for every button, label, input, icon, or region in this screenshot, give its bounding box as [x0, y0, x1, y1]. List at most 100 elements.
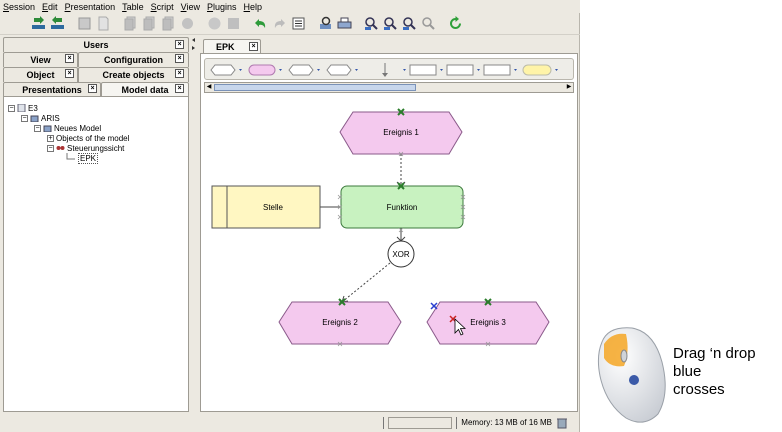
pages-button-3[interactable]: [160, 15, 177, 32]
tab-users[interactable]: Users ×: [3, 37, 189, 52]
tab-epk[interactable]: EPK ×: [203, 39, 261, 53]
node-funktion[interactable]: Funktion: [340, 185, 464, 229]
tab-configuration[interactable]: Configuration ×: [78, 52, 189, 67]
splitter-arrows-icon: [192, 38, 195, 50]
zoom-out-icon: [384, 17, 397, 30]
undo-button[interactable]: [252, 15, 269, 32]
list-button[interactable]: [290, 15, 307, 32]
tab-label: Create objects: [102, 70, 165, 80]
pages-button-1[interactable]: [122, 15, 139, 32]
horizontal-scrollbar[interactable]: ◀ ▶: [204, 82, 574, 93]
tree-node-aris[interactable]: − ARIS: [21, 113, 60, 123]
panel-splitter[interactable]: [190, 37, 198, 412]
grid-button[interactable]: [225, 15, 242, 32]
palette-rect-yellow[interactable]: [514, 64, 558, 76]
new-document-button[interactable]: [95, 15, 112, 32]
mouse-illustration-icon: [597, 327, 666, 423]
tree-node-e3[interactable]: − E3: [8, 103, 38, 113]
pages-icon: [162, 16, 174, 31]
tab-object[interactable]: Object ×: [3, 67, 78, 82]
close-icon[interactable]: ×: [175, 84, 184, 93]
diagram-editor: ◀ ▶ Ereignis 1 Stelle Funktion XOR Ereig…: [200, 53, 578, 412]
menu-plugins[interactable]: Plugins: [207, 2, 237, 12]
menu-presentation[interactable]: Presentation: [65, 2, 116, 12]
collapse-icon[interactable]: −: [47, 144, 54, 152]
grid-icon: [228, 18, 239, 29]
palette-rect-2[interactable]: [440, 64, 474, 76]
floppy-icon: [78, 17, 91, 30]
zoom-out-button[interactable]: [382, 15, 399, 32]
tab-row-2: View × Configuration ×: [3, 52, 189, 67]
stop-button[interactable]: [179, 15, 196, 32]
redo-button[interactable]: [271, 15, 288, 32]
status-separator: [383, 416, 385, 429]
record-button[interactable]: [206, 15, 223, 32]
collapse-icon[interactable]: −: [21, 114, 28, 122]
collapse-icon[interactable]: −: [8, 104, 15, 112]
import-button[interactable]: [30, 15, 47, 32]
trash-icon[interactable]: [556, 417, 568, 429]
close-icon[interactable]: ×: [175, 54, 184, 63]
scroll-right-icon[interactable]: ▶: [565, 83, 573, 92]
tab-model-data[interactable]: Model data ×: [101, 82, 189, 97]
tab-presentations[interactable]: Presentations ×: [3, 82, 101, 97]
expand-icon[interactable]: +: [47, 134, 54, 142]
pages-icon: [124, 16, 136, 31]
node-stelle[interactable]: Stelle: [211, 185, 321, 229]
node-ereignis-1[interactable]: Ereignis 1: [339, 111, 463, 155]
zoom-in-button[interactable]: [363, 15, 380, 32]
close-icon[interactable]: ×: [65, 69, 74, 78]
properties-button[interactable]: [317, 15, 334, 32]
import-arrow-icon: [32, 16, 45, 29]
tree-node-epk[interactable]: EPK: [66, 152, 99, 164]
menu-session[interactable]: Session: [3, 2, 35, 12]
node-xor[interactable]: XOR: [387, 240, 415, 268]
close-icon[interactable]: ×: [249, 42, 258, 51]
database-icon: [17, 104, 26, 112]
refresh-icon: [450, 16, 461, 29]
menu-help[interactable]: Help: [244, 2, 263, 12]
drag-handle-blue[interactable]: [430, 302, 438, 310]
save-button[interactable]: [76, 15, 93, 32]
epk-diagram[interactable]: Ereignis 1 Stelle Funktion XOR Ereignis: [201, 96, 577, 411]
zoom-reset-button[interactable]: [420, 15, 437, 32]
pages-button-2[interactable]: [141, 15, 158, 32]
scroll-thumb[interactable]: [214, 84, 416, 91]
tree-node-objects-of-the-model[interactable]: + Objects of the model: [47, 133, 129, 143]
tab-create-objects[interactable]: Create objects ×: [78, 67, 189, 82]
menu-table[interactable]: Table: [122, 2, 144, 12]
palette-rect-3[interactable]: [477, 64, 511, 76]
tab-label: Users: [83, 40, 109, 50]
edge-xor-ereignis2[interactable]: [341, 262, 391, 303]
refresh-button[interactable]: [447, 15, 464, 32]
zoom-fit-button[interactable]: [401, 15, 418, 32]
node-ereignis-2[interactable]: Ereignis 2: [278, 301, 402, 345]
tree-node-steuerungssicht[interactable]: − Steuerungssicht: [47, 143, 124, 153]
database-icon: [30, 115, 39, 122]
close-icon[interactable]: ×: [88, 84, 97, 93]
menu-script[interactable]: Script: [151, 2, 174, 12]
palette-event-white[interactable]: [210, 64, 242, 76]
export-button[interactable]: [49, 15, 66, 32]
collapse-icon[interactable]: −: [34, 124, 41, 132]
document-icon: [98, 16, 109, 31]
palette-arrow-down[interactable]: [382, 63, 388, 77]
memory-status: Memory: 13 MB of 16 MB: [461, 418, 552, 427]
palette-rect-1[interactable]: [403, 64, 437, 76]
status-separator: [456, 416, 458, 429]
tree-node-neues-model[interactable]: − Neues Model: [34, 123, 101, 133]
palette-event-pink[interactable]: [248, 64, 282, 76]
close-icon[interactable]: ×: [175, 69, 184, 78]
menu-edit[interactable]: Edit: [42, 2, 58, 12]
palette-connector[interactable]: [326, 64, 358, 76]
close-icon[interactable]: ×: [65, 54, 74, 63]
toolbar: [0, 13, 580, 35]
print-button[interactable]: [336, 15, 353, 32]
palette-function[interactable]: [288, 64, 320, 76]
close-icon[interactable]: ×: [175, 40, 184, 49]
node-ereignis-3[interactable]: Ereignis 3: [426, 301, 550, 345]
menubar: Session Edit Presentation Table Script V…: [0, 0, 580, 13]
tab-view[interactable]: View ×: [3, 52, 78, 67]
scroll-left-icon[interactable]: ◀: [205, 83, 213, 92]
menu-view[interactable]: View: [181, 2, 200, 12]
